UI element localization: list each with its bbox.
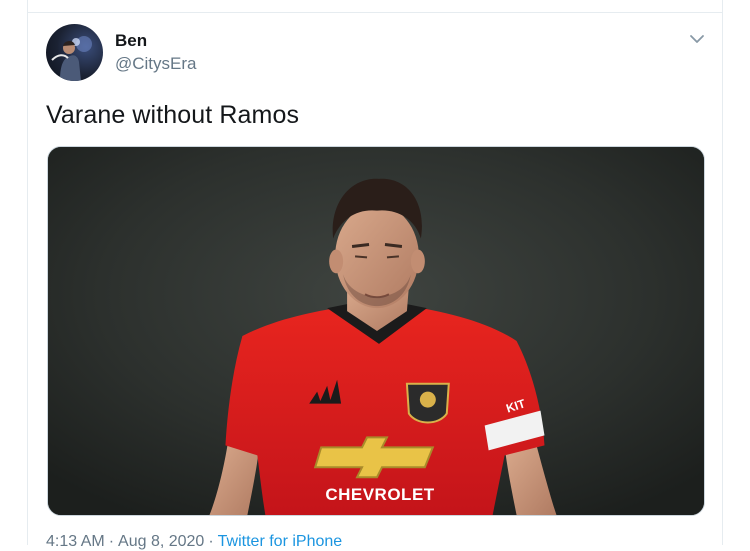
tweet-timestamp[interactable]: 4:13 AM (46, 533, 105, 550)
tweet-text: Varane without Ramos (46, 101, 300, 129)
tweet-source-link[interactable]: Twitter for iPhone (218, 533, 343, 550)
separator: · (208, 533, 214, 550)
author-handle[interactable]: @CitysEra (115, 54, 197, 74)
divider (28, 12, 722, 13)
chevron-down-icon[interactable] (688, 30, 706, 48)
tweet-metadata: 4:13 AM · Aug 8, 2020 · Twitter for iPhone (46, 533, 342, 551)
tweet-photo[interactable]: CHEVROLET KIT (47, 146, 705, 516)
jersey-sponsor-text: CHEVROLET (325, 485, 435, 504)
author-name[interactable]: Ben (115, 31, 147, 51)
separator: · (108, 533, 115, 550)
photo-player-image (48, 147, 704, 515)
avatar[interactable] (46, 24, 103, 81)
tweet-date[interactable]: Aug 8, 2020 (118, 533, 204, 550)
avatar-image (51, 36, 92, 81)
tweet-card[interactable]: Ben @CitysEra Varane without Ramos CHEVR… (27, 0, 723, 550)
